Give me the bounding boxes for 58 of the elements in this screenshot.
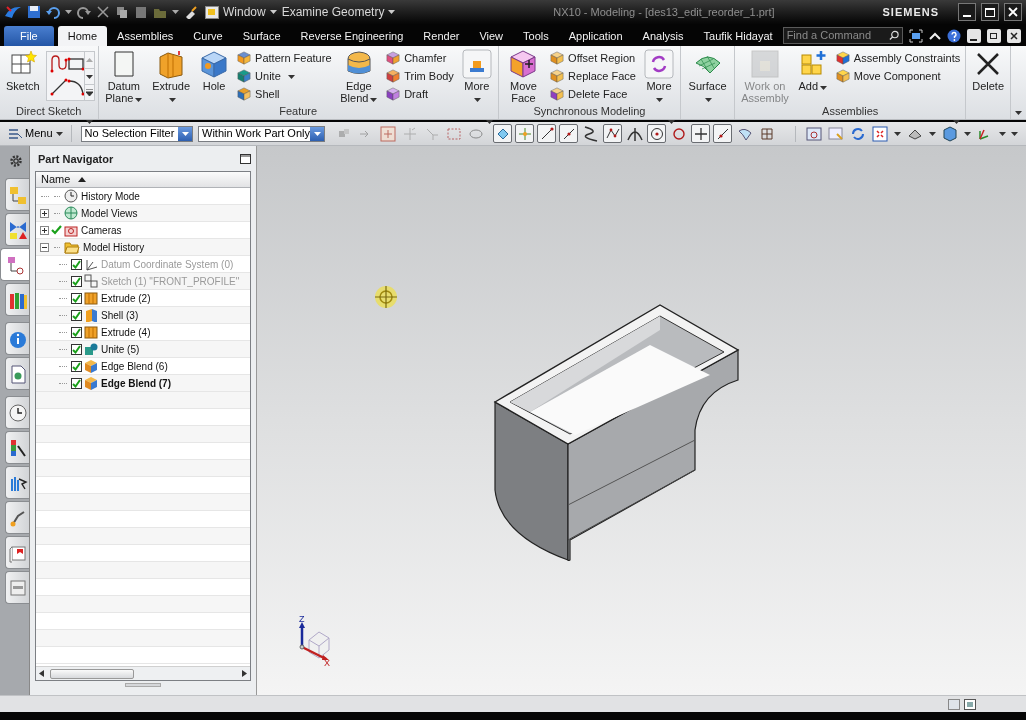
command-search-field[interactable]: Find a Command [782,27,903,44]
user-name: Taufik Hidayat [702,29,774,44]
ribbon-command[interactable]: Move Component [833,67,963,85]
ribbon-button[interactable]: Sketch [3,49,43,104]
window-title: NX10 - Modeling - [des13_edit_reorder_1.prt] [552,4,776,20]
ribbon-tab[interactable]: Reverse Engineering [290,26,414,46]
group-label: Direct Sketch [15,104,83,120]
column-header[interactable]: Name [36,172,250,188]
ribbon-command[interactable]: Assembly Constraints [833,49,963,67]
ribbon-button[interactable]: Surface [683,49,732,104]
ribbon-button[interactable]: More [640,49,677,104]
tree-item-label[interactable]: Unite (5) [101,341,140,357]
window-menu-button[interactable]: Window [205,3,277,21]
tree-item-label[interactable]: Edge Blend (6) [101,358,168,374]
group-label: Assemblies [821,104,880,120]
ribbon-tab[interactable]: Render [413,26,470,46]
ribbon-tab[interactable]: Curve [183,26,233,46]
ribbon-tab[interactable]: Tools [513,26,559,46]
ribbon-command[interactable]: Offset Region [548,49,638,67]
ribbon-tab[interactable]: File [4,26,54,46]
tree-item-label[interactable]: Extrude (2) [101,290,151,306]
panel-title: Part Navigator [38,151,114,167]
ribbon-button[interactable]: Datum Plane [101,49,147,104]
ribbon-tab[interactable]: Assemblies [107,26,184,46]
ribbon-command[interactable]: Delete Face [548,85,638,103]
graphics-window[interactable]: Z X [257,146,1026,695]
group-label: Feature [278,104,319,120]
tree-item-label[interactable]: History Mode [81,188,140,204]
ribbon-button[interactable]: Extrude [149,49,194,104]
tree-item-label[interactable]: Extrude (4) [101,324,151,340]
ribbon-command[interactable]: Unite [235,67,334,85]
tree-item-label[interactable]: Shell (3) [101,307,139,323]
ribbon-command[interactable]: Shell [235,85,334,103]
ribbon-tab[interactable]: Application [558,26,633,46]
ribbon-button[interactable]: Delete [969,49,1007,104]
ribbon-button[interactable]: Add [794,49,831,104]
x-axis-label: X [324,658,330,668]
ribbon-button[interactable]: Edge Blend [336,49,382,104]
ribbon-button[interactable]: Move Face [501,49,546,104]
ribbon-button[interactable]: Hole [196,49,233,104]
tree-item-label[interactable]: Cameras [81,222,122,238]
group-label: Synchronous Modeling [532,104,647,120]
brand-name: SIEMENS [882,4,939,20]
filter-dropdown[interactable]: No Selection Filter [80,125,193,142]
menu-button[interactable]: Menu [8,125,72,142]
ribbon-command[interactable]: Pattern Feature [235,49,334,67]
ribbon-command[interactable]: Trim Body [384,67,456,85]
ribbon-tab[interactable]: View [469,26,514,46]
z-axis-label: Z [299,614,305,624]
filter-dropdown[interactable]: Within Work Part Only [198,125,325,142]
ribbon-command[interactable]: Draft [384,85,456,103]
command-finder-button[interactable]: Examine Geometry [281,3,396,21]
ribbon-tab[interactable]: Surface [232,26,291,46]
ribbon-button[interactable]: More [458,49,495,104]
ribbon-tab[interactable]: Analysis [632,26,694,46]
ribbon-tab[interactable]: Home [57,26,108,46]
ribbon-command[interactable]: Chamfer [384,49,456,67]
ribbon-command[interactable]: Replace Face [548,67,638,85]
